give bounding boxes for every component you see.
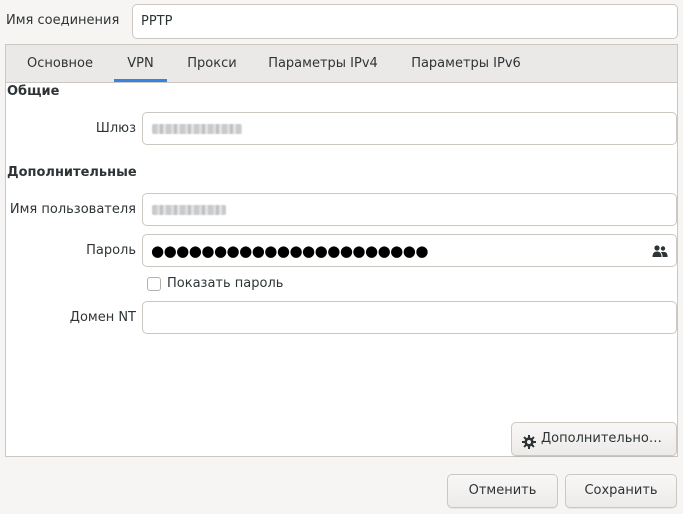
settings-notebook: Основное VPN Прокси Параметры IPv4 Парам… — [5, 44, 678, 457]
password-input[interactable]: ●●●●●●●●●●●●●●●●●●●●●● — [142, 234, 677, 267]
show-password-label[interactable]: Показать пароль — [167, 276, 283, 291]
nt-domain-input[interactable] — [142, 301, 677, 334]
general-section-title: Общие — [7, 84, 60, 99]
tab-bar: Основное VPN Прокси Параметры IPv4 Парам… — [6, 45, 677, 83]
save-button[interactable]: Сохранить — [565, 474, 677, 508]
tab-vpn[interactable]: VPN — [114, 45, 167, 82]
connection-name-label: Имя соединения — [6, 13, 120, 28]
connection-name-input[interactable] — [132, 4, 678, 39]
gateway-input[interactable] — [142, 112, 677, 145]
tab-ipv4[interactable]: Параметры IPv4 — [258, 45, 388, 82]
cancel-button[interactable]: Отменить — [447, 474, 558, 508]
password-mask: ●●●●●●●●●●●●●●●●●●●●●● — [151, 242, 428, 260]
username-value-redacted — [152, 205, 226, 215]
tab-proxy[interactable]: Прокси — [178, 45, 246, 82]
tab-ipv6[interactable]: Параметры IPv6 — [401, 45, 531, 82]
nt-domain-label: Домен NT — [69, 310, 136, 325]
gear-icon — [522, 430, 536, 449]
user-group-icon[interactable] — [652, 244, 668, 258]
show-password-checkbox[interactable] — [147, 277, 161, 291]
advanced-button-label: Дополнительно… — [541, 431, 662, 446]
gateway-label: Шлюз — [95, 121, 136, 136]
advanced-section-title: Дополнительные — [7, 165, 137, 180]
username-input[interactable] — [142, 193, 677, 226]
gateway-value-redacted — [152, 124, 242, 134]
password-label: Пароль — [86, 243, 136, 258]
username-label: Имя пользователя — [9, 202, 136, 217]
advanced-button[interactable]: Дополнительно… — [511, 422, 677, 456]
tab-general[interactable]: Основное — [16, 45, 104, 82]
